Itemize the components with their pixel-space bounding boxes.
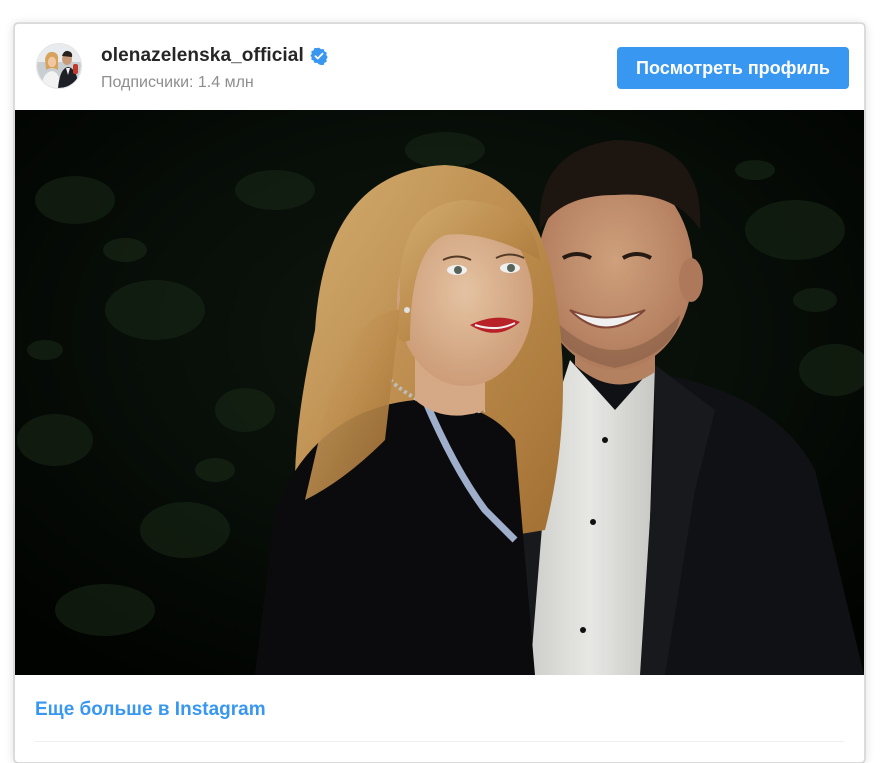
avatar[interactable] — [36, 43, 82, 89]
instagram-embed: olenazelenska_official Подписчики: 1.4 м… — [14, 23, 865, 763]
footer-divider — [35, 741, 844, 742]
view-profile-button[interactable]: Посмотреть профиль — [617, 47, 849, 89]
post-image[interactable] — [15, 110, 864, 675]
embed-footer: Еще больше в Instagram — [15, 675, 864, 762]
verified-badge-icon — [310, 47, 328, 66]
username[interactable]: olenazelenska_official — [101, 45, 304, 67]
followers-count: Подписчики: 1.4 млн — [101, 74, 254, 91]
more-on-instagram-link[interactable]: Еще больше в Instagram — [35, 699, 266, 721]
post-photo — [15, 110, 864, 675]
embed-header: olenazelenska_official Подписчики: 1.4 м… — [15, 24, 864, 110]
username-row: olenazelenska_official — [101, 45, 328, 67]
avatar-image — [37, 44, 81, 88]
